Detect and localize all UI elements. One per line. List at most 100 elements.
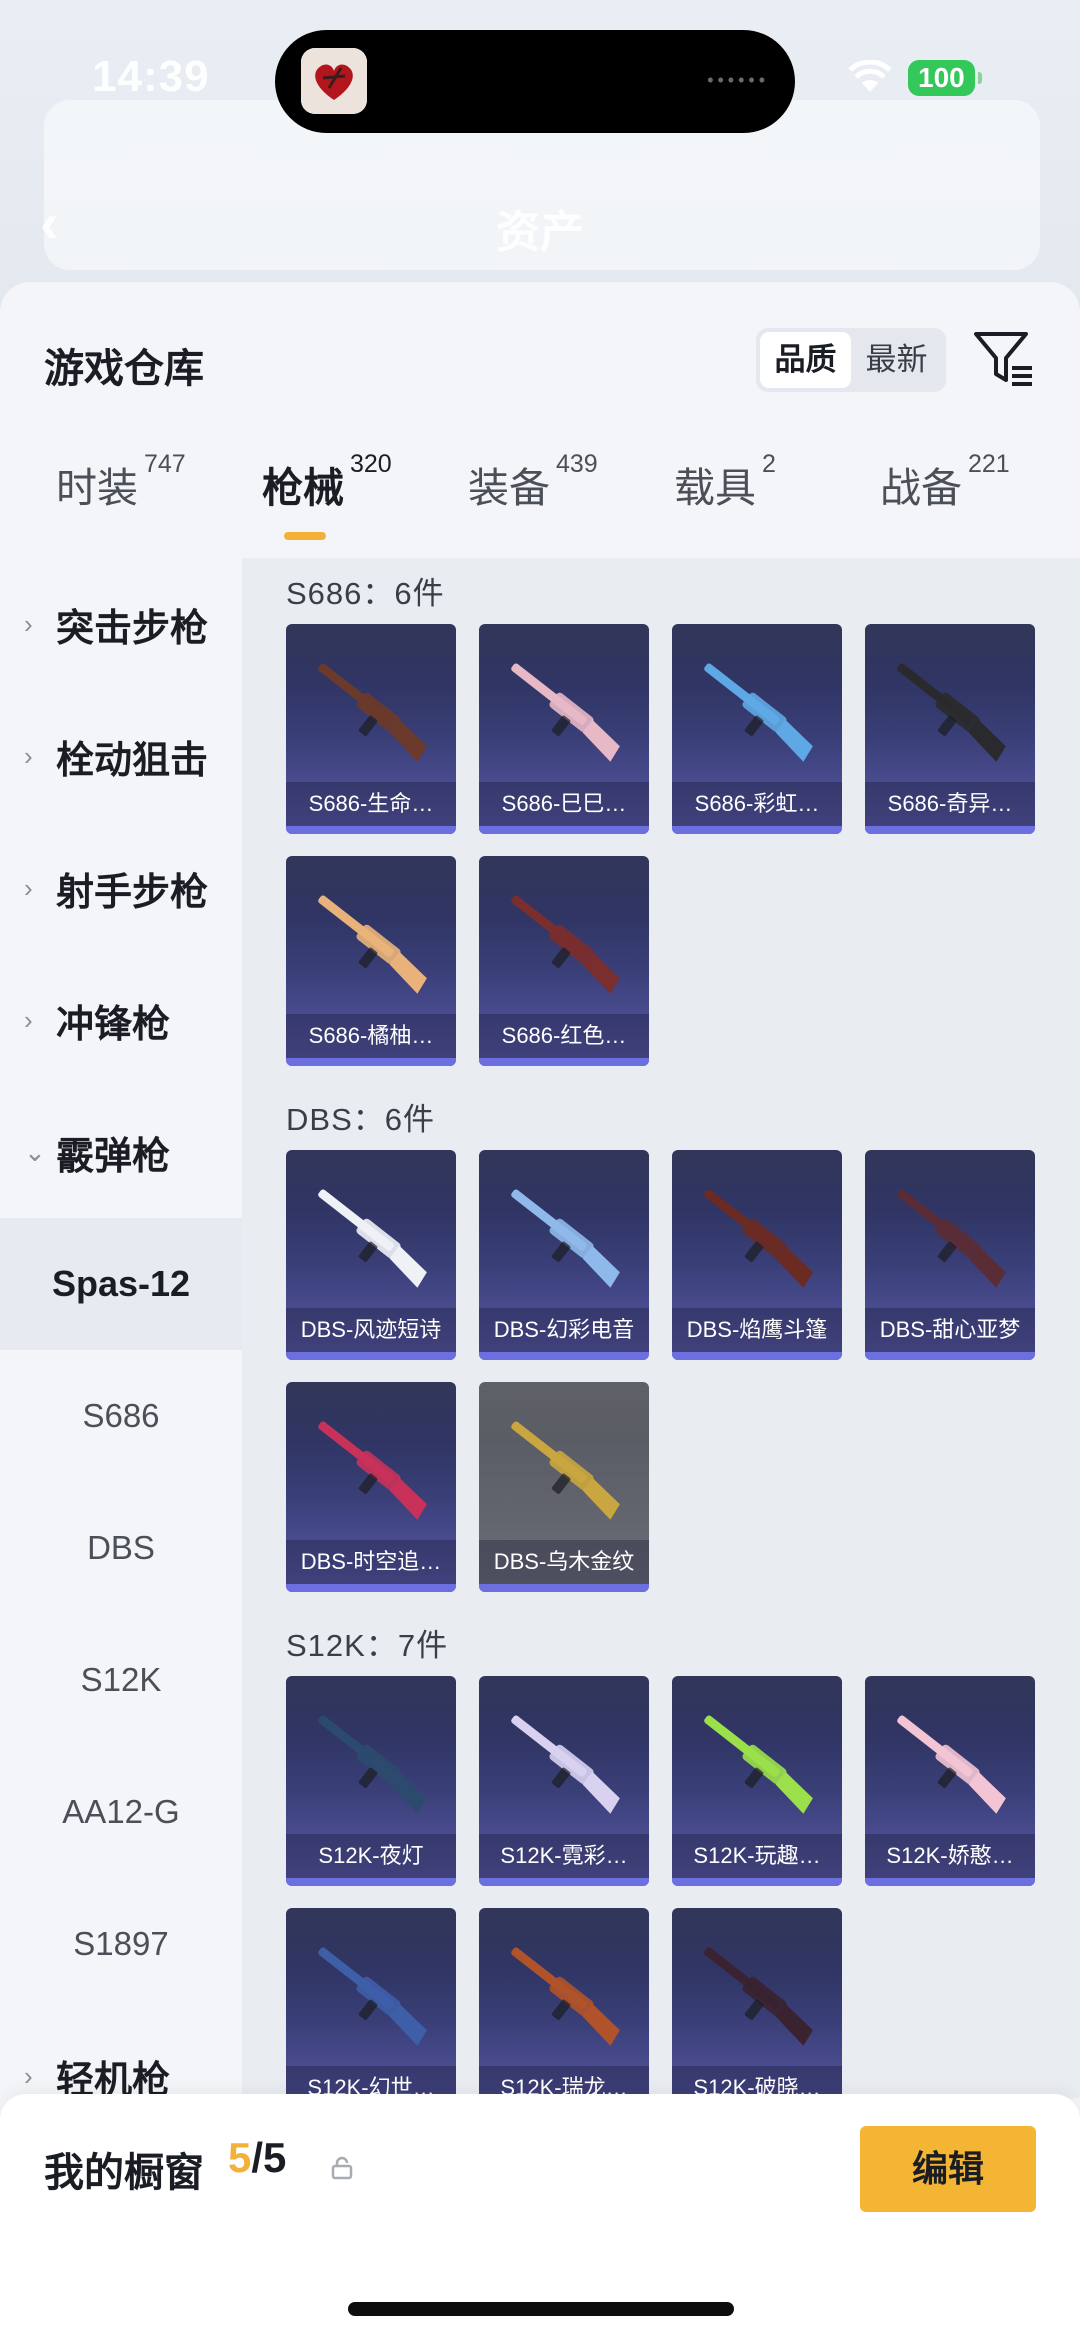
sidebar-item-7[interactable]: DBS — [0, 1482, 242, 1614]
warehouse-sheet: 游戏仓库 品质 最新 时装747 枪械320 装备439 载具2 战备221 ›… — [0, 282, 1080, 2341]
weapon-skin-image — [704, 1715, 813, 1814]
tab-combat-supplies[interactable]: 战备221 — [880, 450, 1010, 544]
item-card[interactable]: S686-橘柚… — [286, 856, 456, 1066]
rarity-bar — [865, 1878, 1035, 1886]
sidebar-item-2[interactable]: › 射手步枪 — [0, 822, 242, 954]
sort-toggle: 品质 最新 — [756, 328, 946, 392]
chevron-right-icon: › — [24, 872, 33, 903]
sidebar-item-6[interactable]: S686 — [0, 1350, 242, 1482]
item-card[interactable]: S12K-霓彩… — [479, 1676, 649, 1886]
rarity-bar — [479, 1058, 649, 1066]
item-card[interactable]: S12K-瑞龙… — [479, 1908, 649, 2098]
weapon-skin-image — [511, 1715, 620, 1814]
item-card[interactable]: S686-奇异… — [865, 624, 1035, 834]
sidebar-item-label: 霰弹枪 — [56, 1135, 171, 1178]
sidebar-item-8[interactable]: S12K — [0, 1614, 242, 1746]
item-card[interactable]: DBS-时空追… — [286, 1382, 456, 1592]
item-name: DBS-时空追… — [286, 1540, 456, 1584]
sidebar-item-label: S12K — [80, 1661, 162, 1698]
item-card[interactable]: DBS-风迹短诗 — [286, 1150, 456, 1360]
weapon-type-nav: › 突击步枪 › 栓动狙击 › 射手步枪 › 冲锋枪 ⌄ 霰弹枪 Spas-12 S686 DBS S12… — [0, 558, 242, 2102]
item-card[interactable]: S686-巳巳… — [479, 624, 649, 834]
item-name: S12K-夜灯 — [286, 1834, 456, 1878]
sidebar-item-label: DBS — [87, 1529, 155, 1566]
rarity-bar — [286, 1878, 456, 1886]
rarity-bar — [672, 1352, 842, 1360]
home-indicator[interactable] — [348, 2302, 734, 2316]
item-grid: S686：6件 S686-生命… S686-巳巳… S686-彩虹… S686-奇异… S… — [242, 558, 1080, 2098]
chevron-right-icon: › — [24, 740, 33, 771]
weapon-skin-image — [318, 895, 427, 994]
weapon-skin-image — [897, 1189, 1006, 1288]
item-card[interactable]: DBS-乌木金纹 — [479, 1382, 649, 1592]
weapon-skin-image — [897, 663, 1006, 762]
item-card[interactable]: S686-红色… — [479, 856, 649, 1066]
item-card[interactable]: DBS-幻彩电音 — [479, 1150, 649, 1360]
group-title: DBS：6件 — [286, 1102, 435, 1137]
sidebar-item-label: S686 — [82, 1397, 160, 1434]
weapon-skin-image — [704, 663, 813, 762]
weapon-skin-image — [704, 1947, 813, 2046]
sidebar-item-9[interactable]: AA12-G — [0, 1746, 242, 1878]
item-name: S686-生命… — [286, 782, 456, 826]
item-name: S12K-霓彩… — [479, 1834, 649, 1878]
chevron-right-icon: › — [24, 2060, 33, 2091]
sidebar-item-1[interactable]: › 栓动狙击 — [0, 690, 242, 822]
app-icon — [301, 48, 367, 114]
showcase-title: 我的橱窗 — [44, 2151, 204, 2195]
dynamic-island: •••••• — [275, 30, 795, 133]
category-tabs: 时装747 枪械320 装备439 载具2 战备221 — [0, 450, 1080, 544]
sidebar-item-10[interactable]: S1897 — [0, 1878, 242, 2010]
item-card[interactable]: DBS-甜心亚梦 — [865, 1150, 1035, 1360]
sidebar-item-label: S1897 — [73, 1925, 169, 1962]
tab-firearms[interactable]: 枪械320 — [262, 450, 392, 544]
item-card[interactable]: S12K-玩趣… — [672, 1676, 842, 1886]
item-card[interactable]: S12K-娇憨… — [865, 1676, 1035, 1886]
item-card[interactable]: S12K-夜灯 — [286, 1676, 456, 1886]
sidebar-item-0[interactable]: › 突击步枪 — [0, 558, 242, 690]
item-card[interactable]: DBS-焰鹰斗篷 — [672, 1150, 842, 1360]
item-card[interactable]: S686-生命… — [286, 624, 456, 834]
sidebar-item-4[interactable]: ⌄ 霰弹枪 — [0, 1086, 242, 1218]
battery-indicator: 100 — [908, 60, 982, 96]
active-tab-indicator — [284, 532, 326, 540]
weapon-skin-image — [318, 1947, 427, 2046]
weapon-skin-image — [704, 1189, 813, 1288]
group-title: S12K：7件 — [286, 1628, 449, 1663]
tab-equipment[interactable]: 装备439 — [468, 450, 598, 544]
tab-fashion[interactable]: 时装747 — [56, 450, 186, 544]
sort-newest-option[interactable]: 最新 — [851, 332, 942, 388]
item-card[interactable]: S12K-幻世… — [286, 1908, 456, 2098]
item-card[interactable]: S686-彩虹… — [672, 624, 842, 834]
sheet-title: 游戏仓库 — [44, 347, 204, 391]
sidebar-item-5[interactable]: Spas-12 — [0, 1218, 242, 1350]
item-name: DBS-乌木金纹 — [479, 1540, 649, 1584]
rarity-bar — [479, 1584, 649, 1592]
weapon-skin-image — [318, 663, 427, 762]
sidebar-item-label: AA12-G — [62, 1793, 180, 1830]
rarity-bar — [479, 1878, 649, 1886]
status-time: 14:39 — [92, 52, 210, 101]
tab-vehicles[interactable]: 载具2 — [674, 450, 776, 544]
showcase-count: 5/5 — [228, 2134, 287, 2181]
filter-icon[interactable] — [972, 326, 1036, 390]
rarity-bar — [286, 826, 456, 834]
item-name: DBS-焰鹰斗篷 — [672, 1308, 842, 1352]
item-name: DBS-风迹短诗 — [286, 1308, 456, 1352]
weapon-skin-image — [511, 1421, 620, 1520]
item-name: S686-彩虹… — [672, 782, 842, 826]
weapon-skin-image — [511, 663, 620, 762]
rarity-bar — [479, 1352, 649, 1360]
lock-icon — [331, 2156, 353, 2180]
rarity-bar — [672, 1878, 842, 1886]
sort-quality-option[interactable]: 品质 — [760, 332, 851, 388]
item-name: DBS-甜心亚梦 — [865, 1308, 1035, 1352]
sidebar-item-label: 栓动狙击 — [56, 739, 209, 782]
rarity-bar — [865, 1352, 1035, 1360]
edit-button[interactable]: 编辑 — [860, 2126, 1036, 2212]
item-card[interactable]: S12K-破晓… — [672, 1908, 842, 2098]
sidebar-item-3[interactable]: › 冲锋枪 — [0, 954, 242, 1086]
rarity-bar — [286, 1058, 456, 1066]
weapon-skin-image — [318, 1189, 427, 1288]
rarity-bar — [865, 826, 1035, 834]
